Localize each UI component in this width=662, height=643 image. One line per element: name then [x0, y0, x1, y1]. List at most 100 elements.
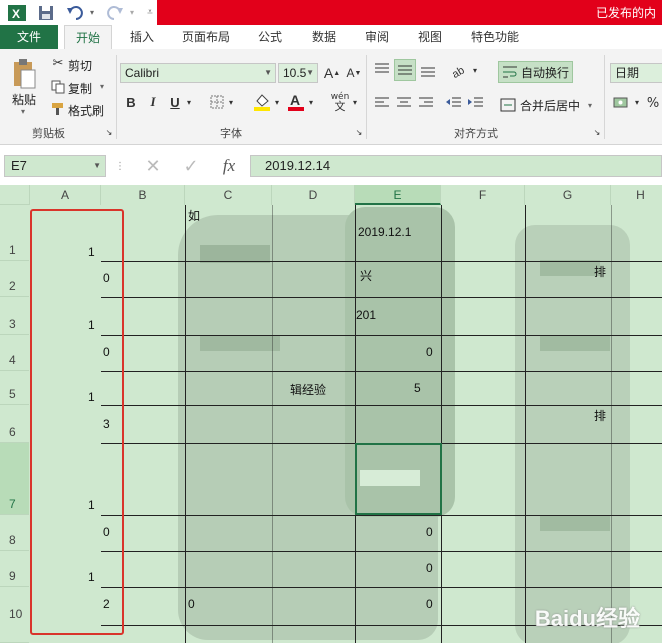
col-header-d[interactable]: D [272, 185, 355, 205]
font-color-dropdown-icon[interactable]: ▾ [306, 95, 316, 109]
align-right-icon[interactable] [416, 93, 436, 113]
decrease-font-icon[interactable]: A ▼ [344, 63, 364, 83]
orientation-icon[interactable]: ab [448, 59, 470, 81]
underline-button[interactable]: U [168, 93, 182, 111]
row-header-7[interactable]: 7 [0, 443, 29, 515]
row-header-8[interactable]: 8 [0, 515, 29, 551]
tab-insert[interactable]: 插入 [120, 25, 164, 49]
row-header-6[interactable]: 6 [0, 405, 29, 443]
percent-style-icon[interactable]: % [644, 93, 662, 113]
align-middle-icon[interactable] [394, 59, 416, 81]
tab-formulas[interactable]: 公式 [250, 25, 290, 49]
accounting-format-icon[interactable] [612, 93, 632, 113]
selected-cell-e7[interactable] [355, 443, 442, 515]
row-header-1[interactable]: 1 [0, 205, 29, 261]
cancel-entry-icon[interactable]: ✕ [142, 156, 164, 177]
title-bar: X ▾ ▾ ⩡ 已发布的内 [0, 0, 662, 25]
grip-dots-icon[interactable]: ⋮ [115, 158, 125, 174]
merge-center-button[interactable]: 合并后居中 ▾ [500, 95, 592, 115]
phonetic-guide-icon[interactable]: wén 文 [330, 91, 350, 113]
redo-icon[interactable] [104, 2, 126, 23]
select-all-corner[interactable] [0, 185, 30, 205]
underline-dropdown-icon[interactable]: ▾ [184, 95, 194, 109]
tab-page-layout[interactable]: 页面布局 [174, 25, 238, 49]
bold-button[interactable]: B [124, 93, 138, 111]
increase-indent-icon[interactable] [466, 93, 486, 113]
alignment-launcher-icon[interactable]: ↘ [592, 127, 602, 137]
tab-view[interactable]: 视图 [408, 25, 452, 49]
increase-font-icon[interactable]: A ▲ [322, 63, 342, 83]
undo-icon[interactable] [64, 2, 86, 23]
fill-color-dropdown-icon[interactable]: ▾ [272, 95, 282, 109]
tab-home[interactable]: 开始 [64, 25, 112, 49]
row-header-2[interactable]: 2 [0, 261, 29, 297]
align-bottom-icon[interactable] [418, 59, 438, 81]
tab-review[interactable]: 审阅 [356, 25, 398, 49]
row-header-9[interactable]: 9 [0, 551, 29, 587]
cell-e5[interactable]: 5 [414, 381, 421, 395]
wrap-text-button[interactable]: 自动换行 [498, 61, 574, 83]
decrease-indent-icon[interactable] [444, 93, 464, 113]
tab-data[interactable]: 数据 [302, 25, 346, 49]
copy-dropdown-icon[interactable]: ▾ [100, 82, 104, 91]
cell-d5[interactable]: 辑经验 [290, 381, 326, 398]
col-header-b[interactable]: B [101, 185, 185, 205]
cell-e9[interactable]: 0 [426, 561, 433, 575]
chevron-down-icon: ▼ [306, 68, 314, 77]
row-header-4[interactable]: 4 [0, 335, 29, 371]
insert-function-icon[interactable]: fx [216, 154, 242, 178]
paste-icon[interactable] [10, 57, 38, 91]
customize-toolbar-icon[interactable]: ⩡ [144, 2, 156, 23]
fill-color-icon[interactable] [252, 91, 272, 113]
paste-dropdown-icon[interactable]: ▾ [21, 107, 25, 116]
col-header-h[interactable]: H [611, 185, 662, 205]
borders-icon[interactable] [208, 93, 226, 111]
grid-line [185, 205, 186, 643]
tab-file[interactable]: 文件 [0, 25, 58, 49]
font-color-icon[interactable]: A [286, 91, 306, 113]
cut-button[interactable]: 剪切 [68, 57, 92, 74]
row-header-3[interactable]: 3 [0, 297, 29, 335]
worksheet-grid[interactable]: A B C D E F G H 1 2 3 4 5 6 7 8 9 10 1 1… [0, 185, 662, 643]
cell-c1[interactable]: 如 [188, 207, 200, 224]
italic-button[interactable]: I [146, 93, 160, 111]
row-header-5[interactable]: 5 [0, 371, 29, 405]
confirm-entry-icon[interactable]: ✓ [180, 156, 202, 177]
paste-button[interactable]: 粘贴 [12, 91, 36, 108]
font-size-combo[interactable]: 10.5 ▼ [278, 63, 318, 83]
col-header-a[interactable]: A [30, 185, 101, 205]
cell-e2[interactable]: 兴 [360, 267, 372, 284]
align-left-icon[interactable] [372, 93, 392, 113]
accounting-dropdown-icon[interactable]: ▾ [632, 95, 642, 109]
redo-dropdown-icon[interactable]: ▾ [126, 2, 138, 23]
cell-e4[interactable]: 0 [426, 345, 433, 359]
copy-button[interactable]: 复制 [68, 80, 92, 97]
borders-dropdown-icon[interactable]: ▾ [226, 95, 236, 109]
col-header-f[interactable]: F [441, 185, 525, 205]
tab-special-features[interactable]: 特色功能 [462, 25, 528, 49]
col-header-c[interactable]: C [185, 185, 272, 205]
cell-e8[interactable]: 0 [426, 525, 433, 539]
cell-c10[interactable]: 0 [188, 597, 195, 611]
undo-dropdown-icon[interactable]: ▾ [86, 2, 98, 23]
number-format-combo[interactable]: 日期 [610, 63, 662, 83]
format-painter-button[interactable]: 格式刷 [68, 102, 104, 119]
cell-g2[interactable]: 排 [594, 263, 606, 280]
save-icon[interactable] [34, 2, 58, 23]
cell-e1[interactable]: 2019.12.1 [358, 225, 411, 239]
font-name-combo[interactable]: Calibri ▼ [120, 63, 276, 83]
row-header-10[interactable]: 10 [0, 587, 29, 643]
col-header-g[interactable]: G [525, 185, 611, 205]
cell-e10[interactable]: 0 [426, 597, 433, 611]
name-box[interactable]: E7 ▼ [4, 155, 106, 177]
font-launcher-icon[interactable]: ↘ [354, 127, 364, 137]
align-center-icon[interactable] [394, 93, 414, 113]
col-header-e[interactable]: E [355, 185, 441, 205]
formula-input[interactable]: 2019.12.14 [250, 155, 662, 177]
cell-g6[interactable]: 排 [594, 407, 606, 424]
cell-e3[interactable]: 201 [356, 308, 376, 322]
align-top-icon[interactable] [372, 59, 392, 81]
clipboard-launcher-icon[interactable]: ↘ [104, 127, 114, 137]
orientation-dropdown-icon[interactable]: ▾ [470, 63, 480, 77]
phonetic-dropdown-icon[interactable]: ▾ [350, 95, 360, 109]
